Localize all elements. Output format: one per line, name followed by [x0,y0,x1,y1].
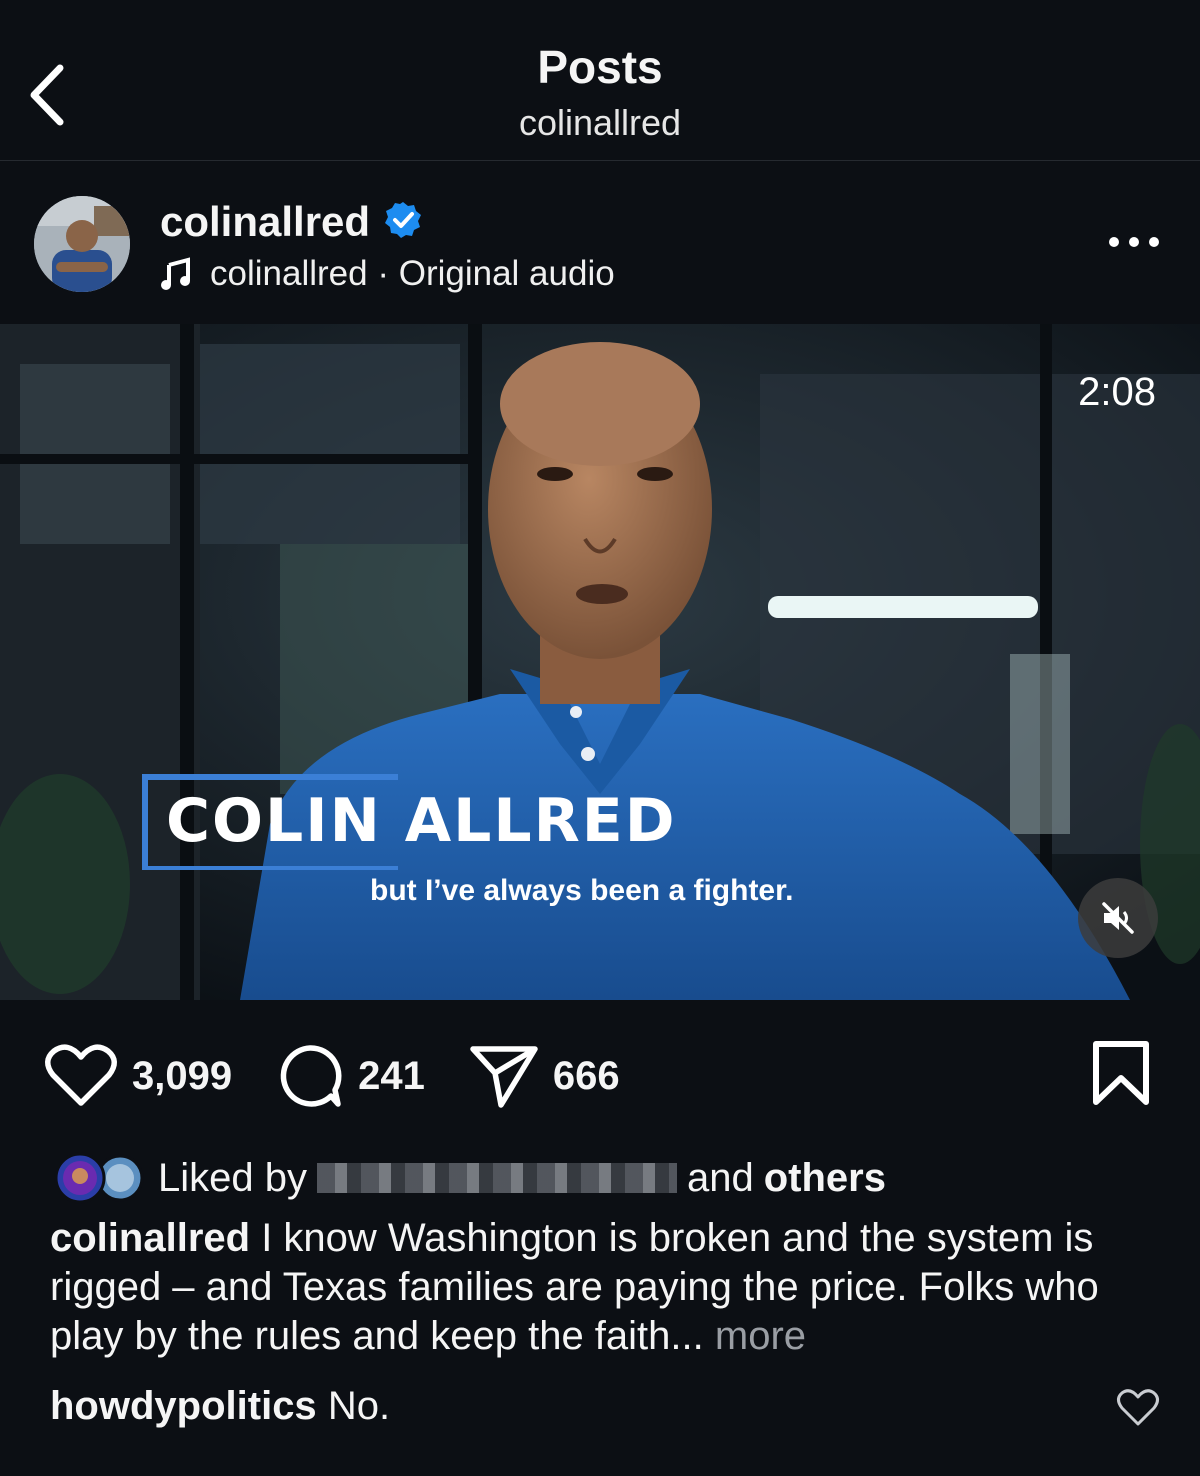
lower-third-name: COLIN ALLRED [166,786,677,856]
post-caption: colinallred I know Washington is broken … [50,1214,1160,1361]
comment-text: No. [327,1384,391,1428]
comment-bubble-icon[interactable] [276,1042,344,1110]
comment-count[interactable]: 241 [358,1054,425,1099]
video-duration: 2:08 [1078,370,1156,414]
more-options-icon[interactable] [1106,232,1162,252]
action-bar: 3,099 241 666 [44,1036,664,1116]
blurred-username [316,1163,677,1193]
like-count[interactable]: 3,099 [132,1054,232,1099]
caption-username[interactable]: colinallred [50,1216,250,1260]
comment-like-heart-icon[interactable] [1116,1388,1160,1428]
liked-by-and: and [686,1155,754,1200]
audio-separator: · [377,254,389,293]
page-title: Posts [537,41,663,93]
mute-toggle[interactable] [1078,878,1158,958]
verified-badge-icon [385,202,421,238]
page-subtitle: colinallred [518,102,682,143]
music-note-icon [161,257,190,290]
liked-by-prefix: Liked by [158,1155,307,1200]
liked-by-row[interactable]: Liked by and others [50,1152,886,1204]
liked-by-others[interactable]: others [764,1156,886,1201]
comment-username[interactable]: howdypolitics [50,1384,317,1428]
liker-avatars [50,1152,146,1204]
caption-more-link[interactable]: more [715,1314,806,1358]
post-username[interactable]: colinallred [160,198,370,246]
audio-attribution[interactable]: colinallred · Original audio [160,254,615,294]
top-comment: howdypolitics No. [50,1384,390,1429]
like-heart-icon[interactable] [44,1043,118,1109]
avatar[interactable] [34,196,130,292]
video-subtitle: but I’ve always been a fighter. [370,874,794,907]
audio-owner: colinallred [210,254,368,293]
audio-label: Original audio [398,254,615,293]
share-count[interactable]: 666 [553,1054,620,1099]
bookmark-icon[interactable] [1090,1040,1152,1106]
share-send-icon[interactable] [469,1043,539,1109]
speaker-muted-icon [1102,902,1134,934]
